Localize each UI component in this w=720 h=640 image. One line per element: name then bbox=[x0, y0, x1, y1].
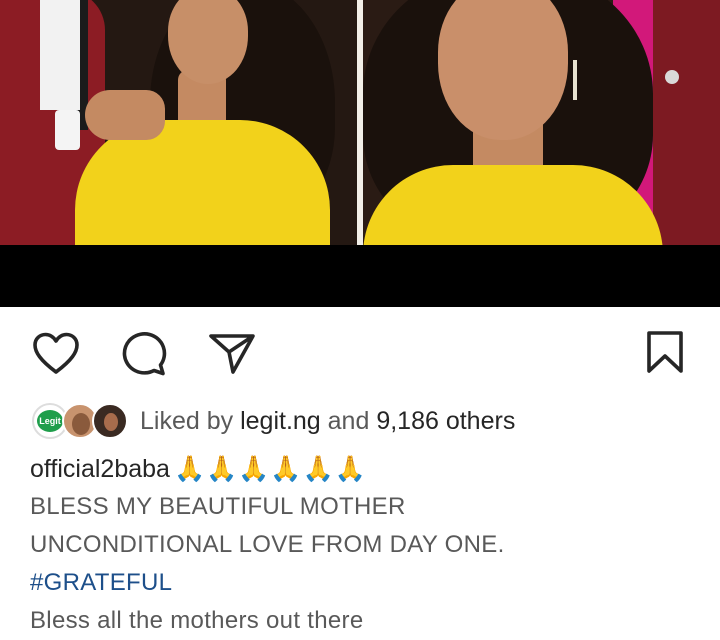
likes-prefix: Liked by bbox=[140, 406, 234, 435]
caption-line: UNCONDITIONAL LOVE FROM DAY ONE. bbox=[30, 531, 505, 558]
caption-line: Bless all the mothers out there bbox=[30, 607, 364, 634]
photo-panel-left bbox=[0, 0, 357, 245]
praying-hands-emoji: 🙏🙏🙏🙏🙏🙏 bbox=[173, 455, 367, 483]
username-link[interactable]: official2baba bbox=[30, 455, 170, 483]
liker-avatars[interactable]: Legit bbox=[30, 401, 130, 441]
first-liker-link[interactable]: legit.ng bbox=[240, 407, 321, 435]
shirt-shape bbox=[40, 0, 80, 110]
post-photo[interactable] bbox=[0, 0, 720, 307]
earring-shape bbox=[573, 60, 577, 100]
dress-shape bbox=[363, 165, 663, 245]
background-red-shape bbox=[653, 0, 720, 245]
paper-plane-icon[interactable] bbox=[208, 332, 256, 376]
caption-header: official2baba 🙏🙏🙏🙏🙏🙏 bbox=[30, 450, 710, 488]
heart-icon[interactable] bbox=[32, 332, 80, 376]
caption: official2baba 🙏🙏🙏🙏🙏🙏 BLESS MY BEAUTIFUL M… bbox=[30, 450, 710, 640]
comment-bubble-icon[interactable] bbox=[120, 332, 168, 376]
photo-panel-right bbox=[363, 0, 720, 245]
cuff-shape bbox=[55, 110, 80, 150]
hand-shape bbox=[85, 90, 165, 140]
others-count-link[interactable]: 9,186 others bbox=[376, 407, 515, 435]
likes-row[interactable]: Legit Liked by legit.ng and 9,186 others bbox=[30, 400, 515, 442]
likes-text: Liked by legit.ng and 9,186 others bbox=[140, 407, 515, 436]
likes-connector: and bbox=[327, 406, 370, 435]
bookmark-icon[interactable] bbox=[645, 330, 685, 374]
lapel-pin-shape bbox=[665, 70, 679, 84]
avatar[interactable] bbox=[92, 403, 128, 439]
caption-line: BLESS MY BEAUTIFUL MOTHER bbox=[30, 493, 406, 520]
avatar-face bbox=[104, 413, 118, 431]
avatar-face bbox=[72, 413, 90, 435]
avatar-badge-text: Legit bbox=[37, 410, 63, 432]
hashtag-link[interactable]: #GRATEFUL bbox=[30, 564, 710, 602]
